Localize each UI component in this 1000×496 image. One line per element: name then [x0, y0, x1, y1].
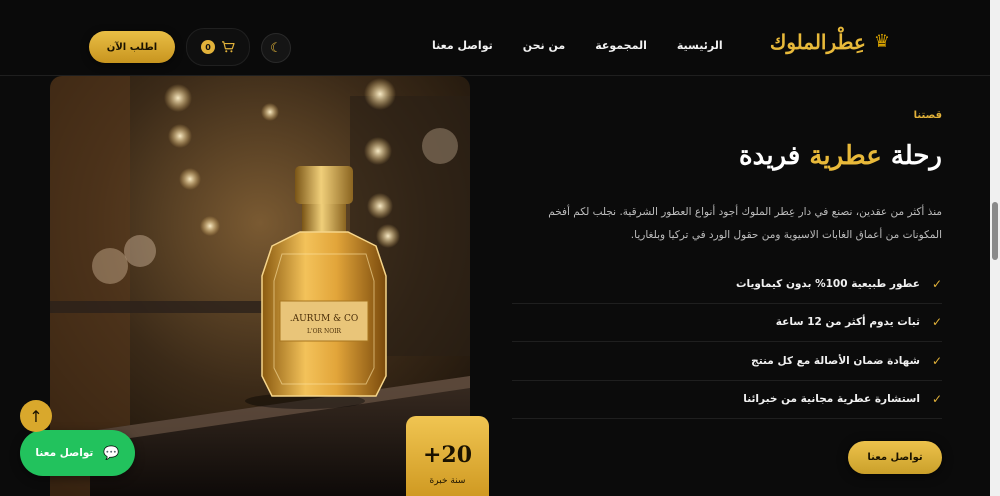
- main-nav: الرئيسية المجموعة من نحن تواصل معنا: [432, 39, 723, 52]
- cart-count-badge: 0: [201, 40, 215, 54]
- bottle-label-text: AURUM & CO.: [290, 314, 359, 324]
- crown-icon: ♛: [873, 31, 890, 52]
- bottle-label-subtext: L'OR NOIR: [307, 328, 342, 335]
- theme-toggle-button[interactable]: ☾: [261, 33, 291, 63]
- check-icon: ✓: [931, 353, 942, 368]
- nav-item-home[interactable]: الرئيسية: [677, 39, 723, 52]
- section-description: منذ أكثر من عقدين، نصنع في دار عِطر المل…: [548, 206, 942, 241]
- nav-item-about[interactable]: من نحن: [523, 39, 566, 52]
- page-scrollbar[interactable]: [990, 0, 1000, 496]
- title-accent: عطرية: [809, 141, 882, 171]
- contact-button[interactable]: تواصل معنا: [848, 441, 942, 474]
- site-header: ♛ عِطْرالملوك الرئيسية المجموعة من نحن ت…: [0, 0, 990, 76]
- feature-item: ✓ استشارة عطرية مجانية من خبرائنا: [512, 381, 942, 419]
- experience-years: +20: [422, 442, 473, 468]
- feature-item: ✓ عطور طبيعية 100% بدون كيماويات: [512, 265, 942, 304]
- feature-item: ✓ ثبات يدوم أكثر من 12 ساعة: [512, 304, 942, 342]
- feature-item: ✓ شهادة ضمان الأصالة مع كل منتج: [512, 342, 942, 381]
- cart-icon: [222, 41, 235, 53]
- experience-card: +20 سنة خبرة: [406, 416, 489, 496]
- logo-text: عِطْرالملوك: [769, 30, 866, 54]
- nav-item-collection[interactable]: المجموعة: [595, 39, 647, 52]
- experience-label: سنة خبرة: [429, 476, 466, 486]
- order-now-button[interactable]: اطلب الآن: [89, 31, 175, 63]
- check-icon: ✓: [931, 276, 942, 291]
- check-icon: ✓: [931, 315, 942, 330]
- whatsapp-label: تواصل معنا: [35, 447, 94, 459]
- title-part2: فريدة: [739, 141, 810, 171]
- feature-text: شهادة ضمان الأصالة مع كل منتج: [751, 354, 920, 367]
- title-part1: رحلة: [881, 141, 942, 171]
- whatsapp-button[interactable]: 💬 تواصل معنا: [20, 430, 135, 476]
- story-section: قصتنا رحلة عطرية فريدة منذ أكثر من عقدين…: [512, 110, 942, 419]
- feature-text: عطور طبيعية 100% بدون كيماويات: [735, 277, 920, 290]
- chat-bubble-icon: 💬: [103, 445, 120, 461]
- arrow-up-icon: ↑: [29, 406, 43, 426]
- section-eyebrow: قصتنا: [913, 110, 942, 121]
- feature-text: استشارة عطرية مجانية من خبرائنا: [743, 393, 920, 406]
- cart-button[interactable]: 0: [186, 28, 250, 66]
- logo[interactable]: ♛ عِطْرالملوك: [770, 30, 890, 54]
- scroll-to-top-button[interactable]: ↑: [20, 400, 52, 432]
- feature-text: ثبات يدوم أكثر من 12 ساعة: [775, 316, 920, 329]
- scrollbar-thumb[interactable]: [992, 202, 998, 260]
- check-icon: ✓: [931, 392, 942, 407]
- feature-list: ✓ عطور طبيعية 100% بدون كيماويات ✓ ثبات …: [512, 265, 942, 419]
- section-title: رحلة عطرية فريدة: [512, 141, 942, 171]
- moon-icon: ☾: [270, 40, 282, 56]
- nav-item-contact[interactable]: تواصل معنا: [432, 39, 493, 52]
